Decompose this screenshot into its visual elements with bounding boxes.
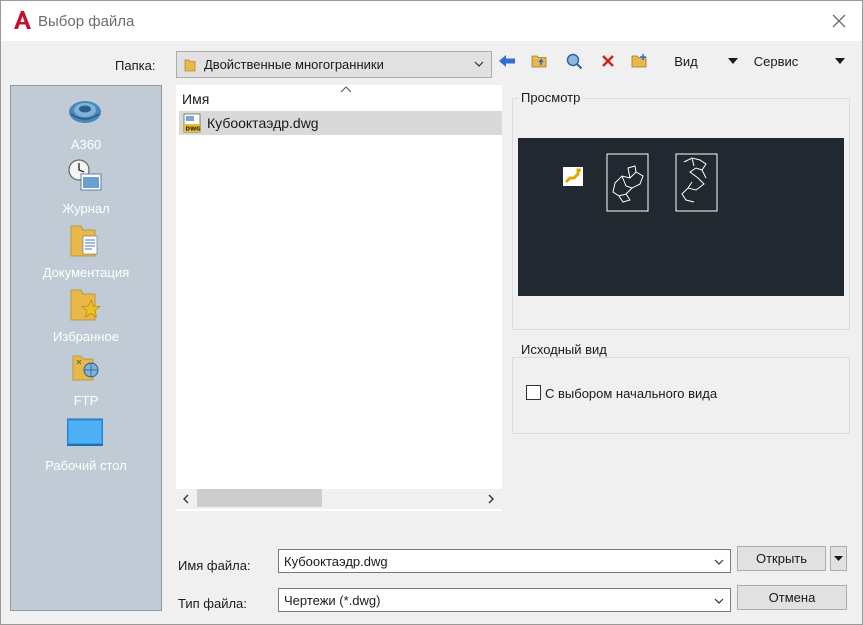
place-label: Журнал xyxy=(62,201,110,216)
chevron-down-icon xyxy=(474,61,484,67)
search-web-button[interactable] xyxy=(563,50,585,72)
service-menu-label: Сервис xyxy=(753,53,799,69)
close-icon xyxy=(832,14,846,28)
place-label: FTP xyxy=(73,393,99,408)
filename-label: Имя файла: xyxy=(178,558,251,573)
ftp-icon xyxy=(72,355,99,381)
place-a360[interactable]: A360 xyxy=(11,94,161,154)
filetype-value: Чертежи (*.dwg) xyxy=(284,592,381,608)
open-button[interactable]: Открыть xyxy=(737,546,826,571)
filename-value: Кубооктаэдр.dwg xyxy=(284,553,388,569)
title-bar: Выбор файла xyxy=(1,1,862,41)
preview-canvas xyxy=(518,138,844,296)
open-button-label: Открыть xyxy=(755,551,808,566)
place-label: A360 xyxy=(70,137,102,152)
dwg-file-icon: DWG xyxy=(183,113,202,133)
file-row[interactable]: DWG Кубооктаэдр.dwg xyxy=(179,111,502,135)
folder-value: Двойственные многогранники xyxy=(204,57,384,72)
place-history[interactable]: Журнал xyxy=(11,158,161,218)
folder-icon xyxy=(184,59,196,71)
preview-title: Просмотр xyxy=(518,90,584,105)
filename-input[interactable]: Кубооктаэдр.dwg xyxy=(278,549,731,573)
place-label: Документация xyxy=(42,265,130,280)
service-menu-button[interactable]: Сервис xyxy=(749,50,803,72)
initial-view-checkbox[interactable] xyxy=(526,385,541,400)
sort-ascending-icon xyxy=(340,86,352,93)
place-ftp[interactable]: FTP xyxy=(11,350,161,410)
filetype-select[interactable]: Чертежи (*.dwg) xyxy=(278,588,731,612)
places-sidebar: A360 Журнал Документация Избранное FTP Р… xyxy=(10,85,162,611)
place-documents[interactable]: Документация xyxy=(11,222,161,282)
scrollbar-thumb[interactable] xyxy=(197,489,322,507)
scroll-right-icon[interactable] xyxy=(485,492,497,506)
place-desktop[interactable]: Рабочий стол xyxy=(11,415,161,475)
back-button[interactable] xyxy=(496,50,518,72)
triangle-down-icon xyxy=(728,58,738,64)
svg-text:DWG: DWG xyxy=(186,127,202,133)
chevron-down-icon[interactable] xyxy=(713,595,725,607)
view-menu-label: Вид xyxy=(674,53,698,69)
open-options-button[interactable] xyxy=(830,546,847,571)
a360-icon xyxy=(69,101,101,123)
folder-up-button[interactable] xyxy=(529,50,551,72)
desktop-icon xyxy=(67,418,103,446)
folder-label: Папка: xyxy=(115,58,156,73)
filetype-label: Тип файла: xyxy=(178,596,247,611)
horizontal-scrollbar[interactable] xyxy=(176,489,502,509)
place-label: Рабочий стол xyxy=(45,458,127,473)
documents-folder-icon xyxy=(70,225,98,257)
triangle-down-icon xyxy=(834,556,843,561)
favorites-folder-icon xyxy=(70,289,102,321)
file-list[interactable]: Имя DWG Кубооктаэдр.dwg xyxy=(176,85,502,511)
folder-combo[interactable]: Двойственные многогранники xyxy=(176,51,492,78)
drawing-preview-image xyxy=(563,153,718,212)
place-favorites[interactable]: Избранное xyxy=(11,286,161,346)
back-arrow-icon xyxy=(499,55,515,67)
column-header-name[interactable]: Имя xyxy=(182,91,209,107)
new-folder-icon xyxy=(631,54,647,68)
search-web-icon xyxy=(566,53,583,70)
file-name: Кубооктаэдр.dwg xyxy=(207,115,319,131)
triangle-down-icon xyxy=(835,58,845,64)
cancel-button[interactable]: Отмена xyxy=(737,585,847,610)
delete-button[interactable] xyxy=(597,50,619,72)
close-button[interactable] xyxy=(827,9,851,33)
file-dialog-window: Выбор файла Папка: Двойственные многогра… xyxy=(0,0,863,625)
initial-view-checkbox-label[interactable]: С выбором начального вида xyxy=(545,386,717,401)
history-icon xyxy=(68,159,102,191)
scroll-left-icon[interactable] xyxy=(180,492,192,506)
folder-up-icon xyxy=(531,55,547,68)
view-dropdown-arrow[interactable] xyxy=(725,50,741,72)
view-menu-button[interactable]: Вид xyxy=(669,50,703,72)
service-dropdown-arrow[interactable] xyxy=(832,50,848,72)
new-folder-button[interactable] xyxy=(629,50,651,72)
delete-icon xyxy=(602,55,614,67)
window-title: Выбор файла xyxy=(38,13,135,30)
initial-view-title: Исходный вид xyxy=(518,342,610,357)
chevron-down-icon[interactable] xyxy=(713,556,725,568)
autocad-logo-icon xyxy=(14,11,31,29)
cancel-button-label: Отмена xyxy=(768,590,816,605)
place-label: Избранное xyxy=(53,329,119,344)
